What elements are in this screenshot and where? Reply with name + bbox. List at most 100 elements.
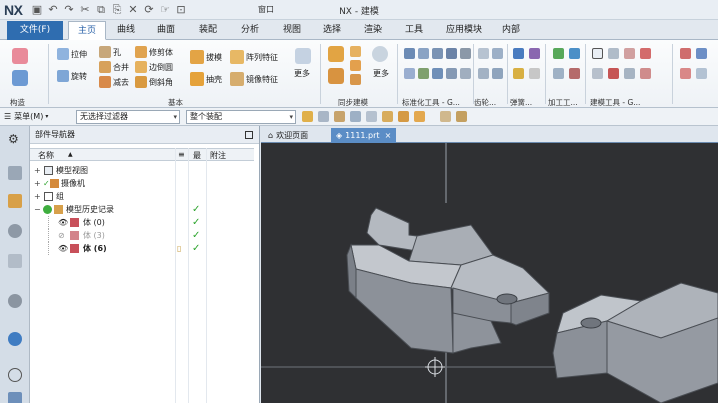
spring-tool-icon[interactable] <box>529 68 540 79</box>
part-body-1[interactable] <box>346 207 550 354</box>
extra-tool-icon[interactable] <box>696 68 707 79</box>
standard-tool-icon[interactable] <box>432 48 443 59</box>
trim-body-button[interactable]: 修剪体 <box>135 46 173 58</box>
gear-tool-icon[interactable] <box>478 48 489 59</box>
modeling-tool-icon[interactable] <box>640 68 651 79</box>
edge-blend-button[interactable]: 边倒圆 <box>135 61 173 73</box>
selection-tool-icon[interactable] <box>440 111 451 122</box>
extra-tool-icon[interactable] <box>680 68 691 79</box>
standard-tool-icon[interactable] <box>432 68 443 79</box>
selection-tool-icon[interactable] <box>366 111 377 122</box>
modeling-tool-icon[interactable] <box>608 48 619 59</box>
mirror-feature-button[interactable]: 镜像特征 <box>230 72 278 86</box>
shell-button[interactable]: 抽壳 <box>190 72 222 86</box>
close-icon[interactable]: × <box>385 131 392 140</box>
tab-applications[interactable]: 应用模块 <box>438 21 490 40</box>
snap-icon[interactable] <box>302 111 313 122</box>
tree-row-cameras[interactable]: + ✓ 摄像机 <box>30 177 254 190</box>
tab-home[interactable]: 主页 <box>68 21 106 40</box>
sketch-icon[interactable] <box>12 48 28 64</box>
extra-tool-icon[interactable] <box>680 48 691 59</box>
eye-icon[interactable]: 👁 <box>58 242 68 255</box>
hole-button[interactable]: 孔 <box>99 46 121 58</box>
tab-select[interactable]: 选择 <box>316 21 348 40</box>
more-features-button[interactable]: 更多 <box>294 68 310 79</box>
hole-feature[interactable] <box>580 317 602 329</box>
standard-tool-icon[interactable] <box>460 68 471 79</box>
unite-button[interactable]: 合并 <box>99 61 129 73</box>
spring-tool-icon[interactable] <box>529 48 540 59</box>
assembly-navigator-icon[interactable] <box>8 166 22 180</box>
eye-icon[interactable]: 👁 <box>58 216 68 229</box>
spring-tool-icon[interactable] <box>513 68 524 79</box>
selection-tool-icon[interactable] <box>414 111 425 122</box>
modeling-tool-icon[interactable] <box>624 68 635 79</box>
tab-tools[interactable]: 工具 <box>398 21 430 40</box>
roles-icon[interactable] <box>8 392 22 403</box>
web-browser-icon[interactable] <box>8 294 22 308</box>
selection-tool-icon[interactable] <box>350 111 361 122</box>
tab-internal[interactable]: 内部 <box>495 21 527 40</box>
revolve-button[interactable]: 旋转 <box>57 70 87 82</box>
tab-surface[interactable]: 曲面 <box>150 21 182 40</box>
hd3d-tools-icon[interactable] <box>8 254 22 268</box>
clock-icon[interactable] <box>8 368 22 382</box>
selection-tool-icon[interactable] <box>456 111 467 122</box>
standard-tool-icon[interactable] <box>446 48 457 59</box>
machining-tool-icon[interactable] <box>569 68 580 79</box>
machining-tool-icon[interactable] <box>569 48 580 59</box>
collapse-icon[interactable]: − <box>34 203 41 216</box>
tree-row-body-0[interactable]: 👁 体 (0) ✓ <box>30 216 254 229</box>
resize-blend-icon[interactable] <box>372 46 388 62</box>
modeling-tool-icon[interactable] <box>624 48 635 59</box>
tree-row-body-6[interactable]: 👁 体 (6) ▯ ✓ <box>30 242 254 255</box>
datum-icon[interactable] <box>12 70 28 86</box>
part-body-2[interactable] <box>552 282 718 403</box>
modeling-tool-icon[interactable] <box>592 48 603 59</box>
selection-scope-select[interactable]: 整个装配 ▾ <box>186 110 296 124</box>
hole-feature[interactable] <box>496 293 518 305</box>
column-latest[interactable]: 最 <box>193 150 201 161</box>
expand-icon[interactable]: + <box>34 164 41 177</box>
model-view[interactable] <box>261 143 718 403</box>
pull-face-icon[interactable] <box>328 68 344 84</box>
menu-button[interactable]: ☰ 菜单(M) ▾ <box>4 111 48 122</box>
tab-render[interactable]: 渲染 <box>357 21 389 40</box>
tree-row-model-history[interactable]: − 模型历史记录 ✓ <box>30 203 254 216</box>
history-palette-icon[interactable] <box>8 332 22 346</box>
column-name[interactable]: 名称 <box>38 150 54 161</box>
chamfer-button[interactable]: 倒斜角 <box>135 76 173 88</box>
selection-tool-icon[interactable] <box>334 111 345 122</box>
machining-tool-icon[interactable] <box>553 48 564 59</box>
delete-face-icon[interactable] <box>350 74 361 85</box>
more-sync-button[interactable]: 更多 <box>373 68 389 79</box>
selection-tool-icon[interactable] <box>318 111 329 122</box>
tab-welcome-page[interactable]: ⌂ 欢迎页面 <box>263 128 313 143</box>
tab-analysis[interactable]: 分析 <box>234 21 266 40</box>
gear-tool-icon[interactable] <box>492 48 503 59</box>
maximize-icon[interactable] <box>245 131 253 139</box>
tab-view[interactable]: 视图 <box>276 21 308 40</box>
standard-tool-icon[interactable] <box>418 48 429 59</box>
modeling-tool-icon[interactable] <box>592 68 603 79</box>
modeling-tool-icon[interactable] <box>608 68 619 79</box>
spring-tool-icon[interactable] <box>513 48 524 59</box>
tab-file[interactable]: 文件(F) <box>7 21 63 40</box>
draft-button[interactable]: 拔模 <box>190 50 222 64</box>
move-face-icon[interactable] <box>328 46 344 62</box>
tree-row-groups[interactable]: + 组 <box>30 190 254 203</box>
tab-assembly[interactable]: 装配 <box>192 21 224 40</box>
subtract-button[interactable]: 减去 <box>99 76 129 88</box>
type-filter-select[interactable]: 无选择过滤器 ▾ <box>76 110 180 124</box>
expand-icon[interactable]: + <box>34 177 41 190</box>
gear-icon[interactable]: ⚙ <box>8 132 22 146</box>
tab-curve[interactable]: 曲线 <box>110 21 142 40</box>
part-navigator-icon[interactable] <box>8 194 22 208</box>
gear-tool-icon[interactable] <box>478 68 489 79</box>
selection-tool-icon[interactable] <box>382 111 393 122</box>
standard-tool-icon[interactable] <box>460 48 471 59</box>
extrude-button[interactable]: 拉伸 <box>57 48 87 60</box>
reuse-library-icon[interactable] <box>8 224 22 238</box>
more-features-icon[interactable] <box>295 48 311 64</box>
modeling-tool-icon[interactable] <box>640 48 651 59</box>
